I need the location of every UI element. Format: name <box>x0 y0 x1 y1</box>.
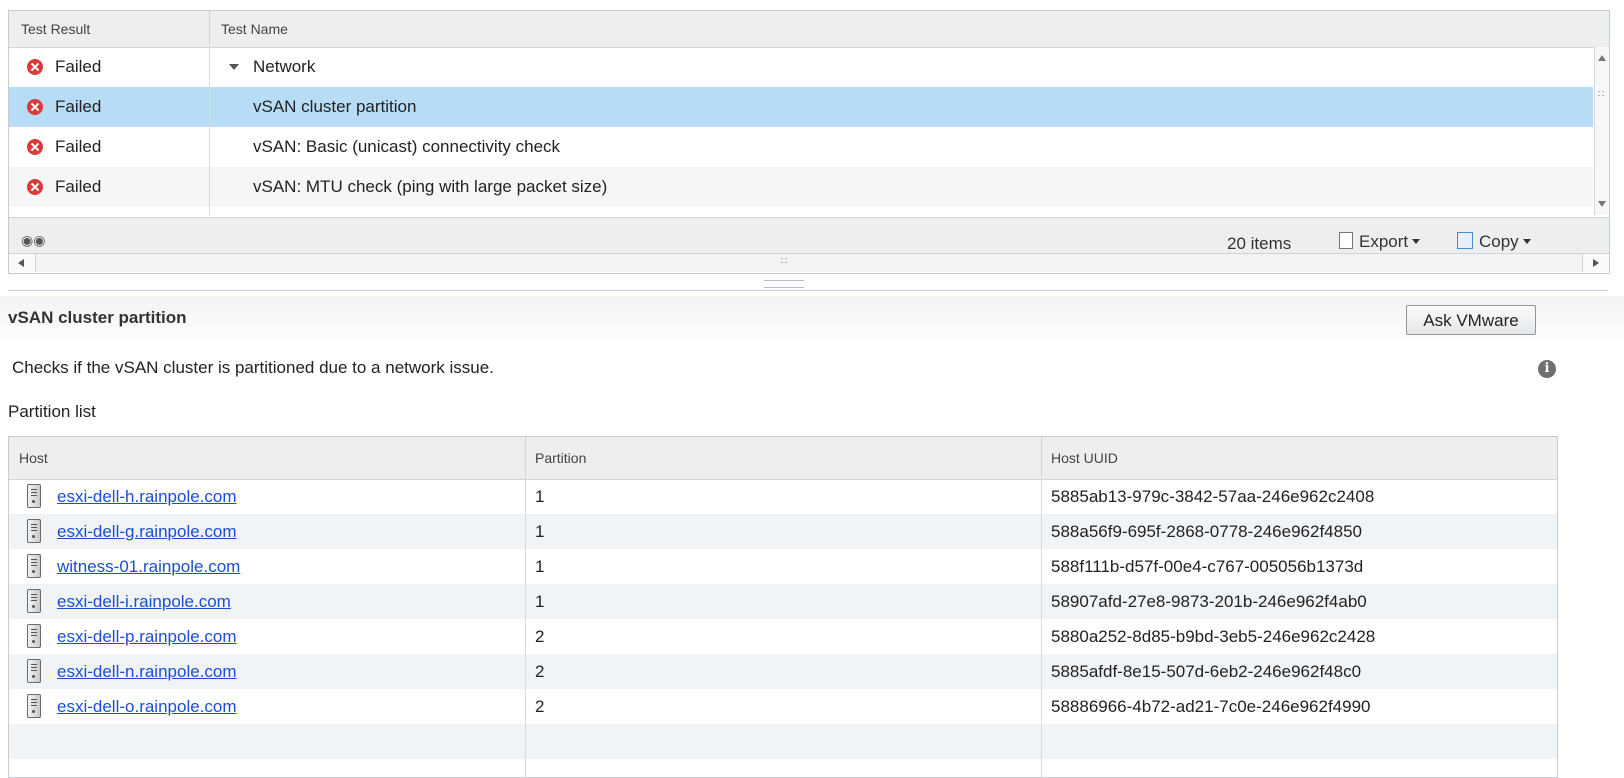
test-name-label: vSAN cluster partition <box>253 97 417 116</box>
column-divider <box>525 479 526 777</box>
chevron-down-icon <box>1412 239 1421 244</box>
server-icon <box>27 519 41 543</box>
partition-cell: 1 <box>535 557 545 576</box>
server-icon <box>27 484 41 508</box>
empty-table-row <box>9 724 1557 759</box>
host-link[interactable]: esxi-dell-n.rainpole.com <box>57 654 237 689</box>
table-row[interactable]: esxi-dell-g.rainpole.com 1 588a56f9-695f… <box>9 514 1557 549</box>
test-result-label: Failed <box>55 177 102 196</box>
host-uuid-cell: 5885ab13-979c-3842-57aa-246e962c2408 <box>1051 487 1375 506</box>
failed-x-icon <box>27 179 43 195</box>
scroll-grip-icon[interactable]: ∷ <box>781 256 787 267</box>
partition-table-header: Host Partition Host UUID <box>9 437 1557 480</box>
copy-label: Copy <box>1479 232 1519 251</box>
column-header-test-name[interactable]: Test Name <box>209 11 1589 47</box>
test-row-mtu-check[interactable]: Failed vSAN: MTU check (ping with large … <box>9 167 1593 207</box>
partition-list-label: Partition list <box>8 402 96 421</box>
host-uuid-cell: 5880a252-8d85-b9bd-3eb5-246e962c2428 <box>1051 627 1376 646</box>
server-icon <box>27 694 41 718</box>
host-uuid-cell: 588f111b-d57f-00e4-c767-005056b1373d <box>1051 557 1364 576</box>
server-icon <box>27 659 41 683</box>
scroll-down-arrow-icon[interactable] <box>1598 201 1606 207</box>
host-link[interactable]: esxi-dell-o.rainpole.com <box>57 689 237 724</box>
items-count: 20 items <box>1227 234 1292 253</box>
test-description: Checks if the vSAN cluster is partitione… <box>12 358 494 377</box>
copy-icon <box>1457 232 1473 249</box>
partition-cell: 1 <box>535 522 545 541</box>
failed-x-icon <box>27 139 43 155</box>
info-icon[interactable]: i <box>1538 360 1556 378</box>
ask-vmware-button[interactable]: Ask VMware <box>1406 305 1536 335</box>
test-name-label: vSAN: Basic (unicast) connectivity check <box>253 137 561 156</box>
host-uuid-cell: 58907afd-27e8-9873-201b-246e962f4ab0 <box>1051 592 1367 611</box>
table-row[interactable]: esxi-dell-i.rainpole.com 1 58907afd-27e8… <box>9 584 1557 619</box>
table-row[interactable]: esxi-dell-o.rainpole.com 2 58886966-4b72… <box>9 689 1557 724</box>
test-name-label: Network <box>253 57 316 76</box>
chevron-down-icon <box>1522 239 1531 244</box>
test-result-label: Failed <box>55 97 102 116</box>
grid-footer: ◉◉ 20 items Export Copy <box>9 217 1609 254</box>
partition-cell: 1 <box>535 487 545 506</box>
table-row[interactable]: esxi-dell-n.rainpole.com 2 5885afdf-8e15… <box>9 654 1557 689</box>
test-row-network[interactable]: Failed Network <box>9 47 1593 87</box>
scroll-right-arrow-icon[interactable] <box>1582 254 1609 272</box>
host-link[interactable]: witness-01.rainpole.com <box>57 549 240 584</box>
table-row[interactable]: esxi-dell-p.rainpole.com 2 5880a252-8d85… <box>9 619 1557 654</box>
partition-table: Host Partition Host UUID esxi-dell-h.rai… <box>8 436 1558 778</box>
table-row[interactable]: esxi-dell-h.rainpole.com 1 5885ab13-979c… <box>9 479 1557 514</box>
test-result-label: Failed <box>55 57 102 76</box>
panel-splitter-handle[interactable] <box>764 280 804 288</box>
column-header-host[interactable]: Host <box>9 437 525 479</box>
test-name-label: vSAN: MTU check (ping with large packet … <box>253 177 608 196</box>
test-result-label: Failed <box>55 137 102 156</box>
partition-cell: 2 <box>535 697 545 716</box>
test-row-unicast-check[interactable]: Failed vSAN: Basic (unicast) connectivit… <box>9 127 1593 167</box>
partition-cell: 2 <box>535 627 545 646</box>
host-uuid-cell: 58886966-4b72-ad21-7c0e-246e962f4990 <box>1051 697 1371 716</box>
copy-button[interactable]: Copy <box>1457 232 1531 252</box>
host-uuid-cell: 588a56f9-695f-2868-0778-246e962f4850 <box>1051 522 1362 541</box>
table-row[interactable]: witness-01.rainpole.com 1 588f111b-d57f-… <box>9 549 1557 584</box>
host-link[interactable]: esxi-dell-p.rainpole.com <box>57 619 237 654</box>
horizontal-scrollbar[interactable]: ∷ <box>9 253 1609 272</box>
health-tests-grid: Test Result Test Name Failed Network Fai… <box>8 10 1610 274</box>
binoculars-icon[interactable]: ◉◉ <box>21 232 45 249</box>
vertical-scrollbar[interactable]: ∷ <box>1594 47 1609 215</box>
server-icon <box>27 624 41 648</box>
failed-x-icon <box>27 59 43 75</box>
column-header-partition[interactable]: Partition <box>525 437 1041 479</box>
column-divider <box>209 47 210 215</box>
expand-triangle-icon[interactable] <box>229 64 239 70</box>
detail-header-bar <box>0 296 1624 344</box>
detail-title: vSAN cluster partition <box>8 308 187 327</box>
column-divider <box>1041 479 1042 777</box>
partition-cell: 1 <box>535 592 545 611</box>
server-icon <box>27 589 41 613</box>
failed-x-icon <box>27 99 43 115</box>
grid-header: Test Result Test Name <box>9 11 1609 48</box>
panel-divider <box>8 290 1608 291</box>
column-header-test-result[interactable]: Test Result <box>9 11 209 47</box>
server-icon <box>27 554 41 578</box>
export-button[interactable]: Export <box>1339 232 1421 252</box>
scroll-up-arrow-icon[interactable] <box>1598 55 1606 61</box>
scroll-left-arrow-icon[interactable] <box>9 254 36 272</box>
host-link[interactable]: esxi-dell-h.rainpole.com <box>57 479 237 514</box>
partition-cell: 2 <box>535 662 545 681</box>
export-label: Export <box>1359 232 1409 251</box>
scroll-grip-icon[interactable]: ∷ <box>1598 90 1606 100</box>
host-link[interactable]: esxi-dell-i.rainpole.com <box>57 584 231 619</box>
column-header-host-uuid[interactable]: Host UUID <box>1041 437 1557 479</box>
test-row-cluster-partition[interactable]: Failed vSAN cluster partition <box>9 87 1593 127</box>
host-uuid-cell: 5885afdf-8e15-507d-6eb2-246e962f48c0 <box>1051 662 1362 681</box>
document-icon <box>1339 232 1353 249</box>
host-link[interactable]: esxi-dell-g.rainpole.com <box>57 514 237 549</box>
